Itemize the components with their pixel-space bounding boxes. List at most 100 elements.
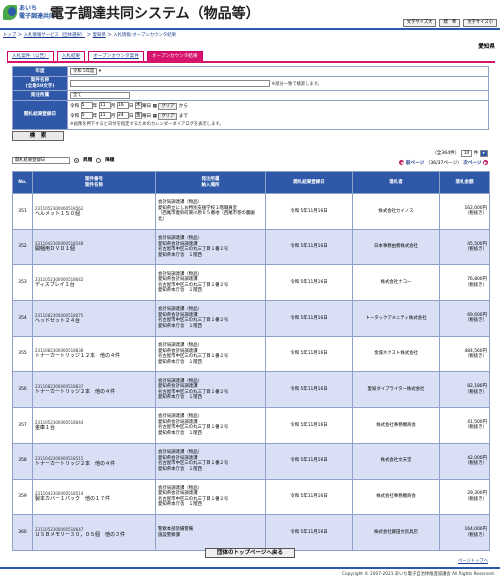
breadcrumb: トップ ＞ 入札情報サービス（団体選択） ＞ 愛知県 ＞ 入札情報-オープンカウ… [3, 33, 176, 39]
to-era: 令和 [70, 114, 80, 120]
sort-controls: 開札結果登録日 昇順 降順 [12, 157, 114, 164]
table-row: 354 2311082300000518075 ヘッドセット２４台 会計局調達課（物品… [12, 300, 490, 337]
to-suffix: まで [178, 114, 188, 120]
breadcrumb-org[interactable]: 愛知県 [93, 33, 106, 38]
row-date: 令和 5年11月16日 [265, 264, 353, 302]
table-row: 356 2311082300000518837 トナーカートリッジ２本 他の４件 会計… [12, 371, 490, 409]
case-name-link[interactable]: ヘッドセット２４台 [35, 318, 153, 324]
prev-arrow-icon[interactable]: ◀ [399, 160, 405, 165]
back-to-org-top-button[interactable]: 団体のトップページへ戻る [205, 548, 295, 558]
tab-bid-results[interactable]: 入札結果 [56, 51, 86, 61]
row-winner: 株式会社文天堂 [352, 442, 440, 480]
row-case: 2311082300000518837 トナーカートリッジ２本 他の４件 [32, 371, 156, 409]
font-size-buttons: 文字サイズ大 標 準 文字サイズ小 [402, 19, 497, 27]
case-name-link[interactable]: トナーカートリッジ２本 他の４件 [35, 389, 153, 395]
from-clear-button[interactable]: クリア [158, 103, 178, 111]
per-page-apply-icon[interactable]: ▸ [479, 150, 488, 157]
pager-top: （全364件） 10 件 ▸ [399, 150, 488, 157]
font-large-button[interactable]: 文字サイズ大 [402, 19, 437, 27]
row-winner: トータックアメニティ株式会社 [352, 300, 440, 337]
breadcrumb-top[interactable]: トップ [3, 33, 16, 38]
col-case: 案件番号 案件名称 [32, 171, 156, 194]
search-button[interactable]: 検 索 [12, 131, 64, 141]
row-amount: 42,000円 （税抜き） [439, 442, 490, 480]
to-clear-button[interactable]: クリア [158, 113, 178, 121]
to-dow-value: 金 [135, 113, 141, 119]
type-select[interactable]: 全て [70, 92, 130, 100]
footer-line [0, 567, 500, 569]
case-name-link[interactable]: ディスプレイ１台 [35, 282, 153, 288]
row-place: 会計局調達課（物品） 愛知県会計局調達課 名古屋市中区三の丸三丁目１番２号 愛知… [155, 264, 266, 302]
sort-desc-radio[interactable] [96, 158, 102, 163]
row-date: 令和 5年11月16日 [265, 407, 353, 444]
name-label: 案件名称 (全角50文字) [12, 75, 68, 92]
to-month-value: 11 [99, 113, 106, 119]
tab-bid-notices[interactable]: 入札案件（公告） [7, 51, 54, 61]
org-name: 愛知県 [478, 44, 495, 50]
from-dow-value: 木 [135, 103, 141, 109]
row-place: 会計局調達課（物品） 愛知県会計局調達課 名古屋市中区三の丸三丁目１番２号 愛知… [155, 371, 266, 409]
page-top-link[interactable]: ページトップへ [458, 559, 488, 564]
row-amount: 45,500円 （税抜き） [439, 228, 490, 266]
search-form: 年度 令和 5年度 ▾ 案件名称 (全角50文字) ※部分一致で検索します。 発… [12, 66, 489, 130]
total-count: （全364件） [432, 151, 460, 156]
row-winner: 株式会社カイノス [352, 193, 440, 230]
next-arrow-icon[interactable]: ▶ [483, 160, 488, 165]
header: あいち 電子調達共同 電子調達共同システム（物品等） 文字サイズ大 標 準 文字… [0, 0, 500, 30]
from-year-input[interactable]: 5 [80, 102, 93, 110]
from-dow-input: 木 [134, 102, 142, 110]
row-case: 2311052300000518642 ディスプレイ１台 [32, 264, 156, 302]
year-label: 年度 [12, 66, 68, 77]
table-row: 360 2311052300000518647 ＵＳＢメモリー３０，０５個 他の３件… [12, 514, 490, 551]
font-standard-button[interactable]: 標 準 [439, 19, 461, 27]
row-no: 353 [12, 264, 33, 302]
row-date: 令和 5年11月16日 [265, 442, 353, 480]
from-year-value: 5 [81, 103, 85, 109]
row-no: 356 [12, 371, 33, 409]
calendar-icon[interactable]: ▦ [153, 114, 157, 119]
font-small-button[interactable]: 文字サイズ小 [463, 19, 497, 27]
per-page-select[interactable]: 10 [460, 150, 473, 157]
sort-asc-radio[interactable] [74, 158, 79, 163]
row-place: 会計局調達課（物品） 愛知県立にしお特別支援学校１階職員室 （西尾市菱鈴町東川原… [155, 193, 266, 230]
case-name-link[interactable]: ＵＳＢメモリー３０，０５個 他の３件 [35, 532, 153, 538]
to-year-input[interactable]: 5 [80, 112, 93, 120]
to-month-input[interactable]: 11 [98, 112, 111, 120]
row-place: 会計局調達課（物品） 愛知県会計局調達課 名古屋市中区三の丸三丁目１番２号 愛知… [155, 478, 266, 516]
col-winner: 落札者 [352, 171, 440, 194]
case-name-link[interactable]: トナーカートリッジ１２本 他の４件 [35, 353, 153, 359]
case-name-link[interactable]: 金庫１台 [35, 425, 153, 431]
col-amount: 落札金額 [439, 171, 490, 194]
row-case: 2311042300000518548 開梱用ＤＶＤ１個 [32, 228, 156, 266]
row-place: 会計局調達課（物品） 愛知県会計局調達課 名古屋市中区三の丸三丁目１番２号 愛知… [155, 300, 266, 337]
copyright: Copyright © 2007-2021 あいち電子自治体推進協議会 All … [341, 572, 495, 577]
case-name-link[interactable]: ヘルメット１５０個 [35, 211, 153, 217]
row-no: 354 [12, 300, 33, 337]
from-month-input[interactable]: 11 [98, 102, 111, 110]
to-day-input[interactable]: 24 [116, 112, 129, 120]
year-select[interactable]: 令和 5年度 [70, 68, 98, 75]
name-input[interactable] [70, 79, 270, 87]
from-day-input[interactable]: 16 [116, 102, 129, 110]
prev-page-link[interactable]: 前ページ [406, 161, 424, 166]
breadcrumb-service[interactable]: 入札情報サービス（団体選択） [24, 33, 85, 38]
case-name-link[interactable]: 開梱用ＤＶＤ１個 [35, 246, 153, 252]
table-row: 359 2311042300000518514 製本カバー１パック 他の１７件 会計局… [12, 478, 490, 516]
calendar-icon[interactable]: ▦ [153, 104, 157, 109]
row-winner: 愛知ダイプライター株式会社 [352, 371, 440, 409]
sort-select[interactable]: 開札結果登録日 [12, 157, 70, 164]
next-page-link[interactable]: 次ページ [463, 161, 481, 166]
row-winner: 株式会社藤田文房具店 [352, 514, 440, 551]
row-amount: 69,600円 （税抜き） [439, 300, 490, 337]
row-case: 2311042300000518515 トナーカートリッジ２本 他の４件 [32, 442, 156, 480]
chevron-down-icon: ▾ [98, 69, 102, 74]
case-name-link[interactable]: トナーカートリッジ２本 他の４件 [35, 461, 153, 467]
case-name-link[interactable]: 製本カバー１パック 他の１７件 [35, 496, 153, 502]
table-row: 357 2311052300000518644 金庫１台 会計局調達課（物品） 愛知県… [12, 407, 490, 444]
row-winner: 株式会社事務機商会 [352, 407, 440, 444]
tab-open-counter-results[interactable]: オープンカウンタ結果 [146, 51, 203, 61]
sort-asc-label: 昇順 [83, 157, 93, 163]
tab-open-counter[interactable]: オープンカウンタ案件 [88, 51, 144, 61]
row-winner: 日本事務由務株式会社 [352, 228, 440, 266]
row-date: 令和 5年11月16日 [265, 335, 353, 373]
